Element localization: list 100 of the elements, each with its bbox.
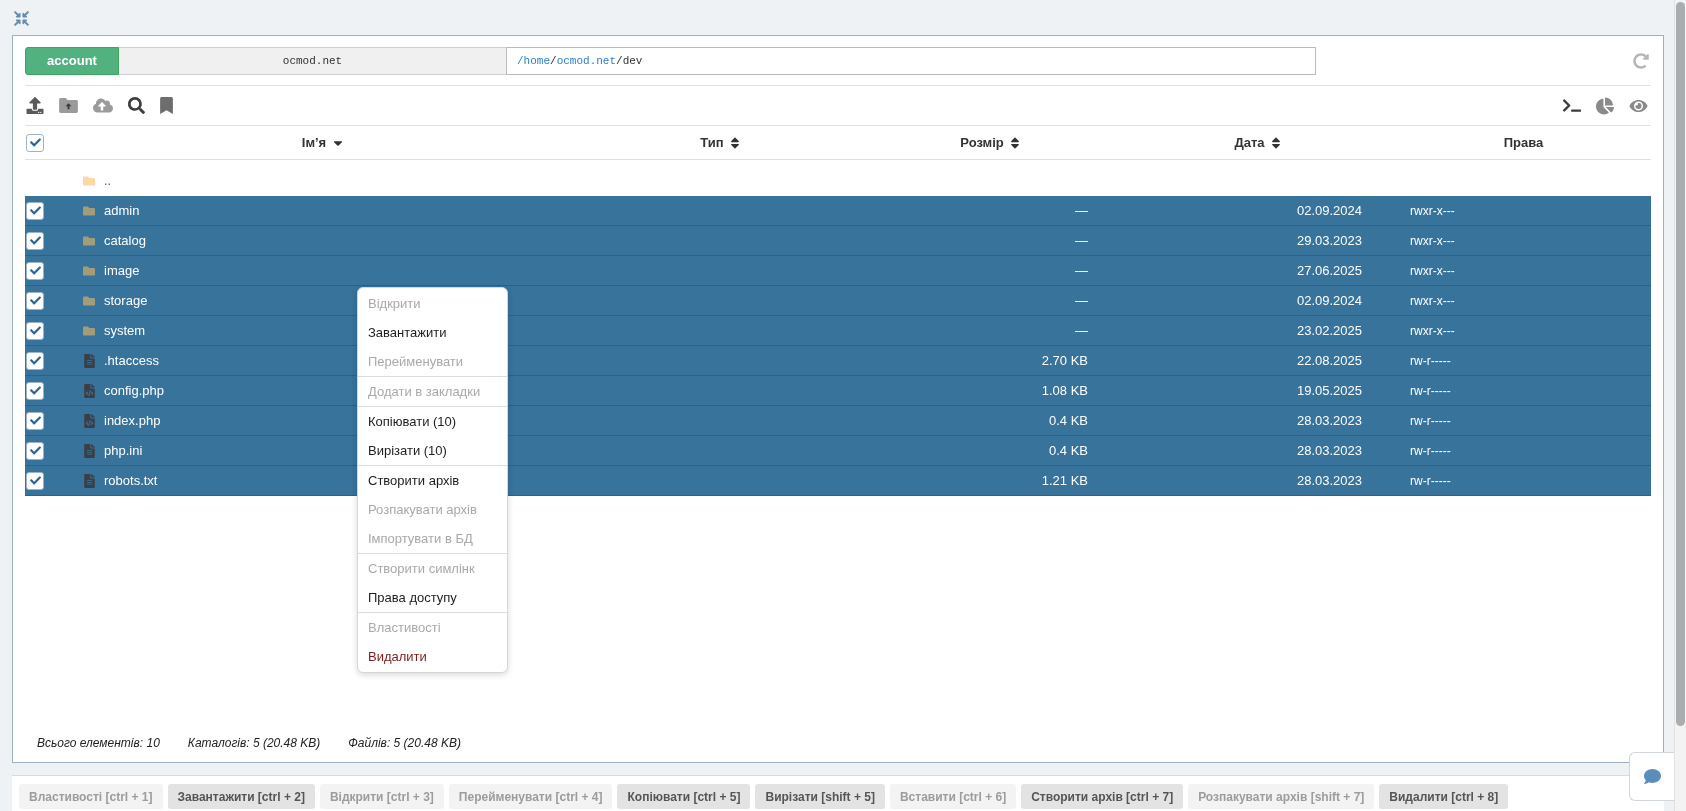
file-size: 0.4 KB — [1048, 441, 1088, 460]
file-size: 0.4 KB — [1048, 411, 1088, 430]
menu-item[interactable]: Створити архів — [358, 466, 507, 495]
file-name: .htaccess — [104, 351, 159, 370]
column-header[interactable]: Розмір — [960, 132, 1004, 153]
file-date: 02.09.2024 — [1296, 291, 1362, 310]
cloud-upload-icon[interactable] — [93, 97, 113, 114]
file-name: index.php — [104, 411, 161, 430]
account-button[interactable]: account — [25, 47, 119, 75]
file-date: 28.03.2023 — [1296, 441, 1362, 460]
file-date: 28.03.2023 — [1296, 411, 1362, 430]
file-date: 28.03.2023 — [1296, 471, 1362, 490]
checkmark-icon — [29, 445, 41, 456]
file-date: 29.03.2023 — [1296, 231, 1362, 250]
file-name: image — [104, 261, 140, 280]
file-size: — — [1075, 201, 1088, 220]
file-row[interactable]: catalog — 29.03.2023 rwxr-x--- — [25, 226, 1651, 256]
summary-text: Каталогів: 5 (20.48 KB) — [187, 735, 321, 752]
file-date: 23.02.2025 — [1296, 321, 1362, 340]
action-button[interactable]: Завантажити [ctrl + 2] — [167, 784, 315, 809]
row-checkbox[interactable] — [26, 201, 44, 220]
checkmark-icon — [29, 265, 41, 276]
checkmark-icon — [29, 385, 41, 396]
path-link[interactable]: ocmod.net — [556, 52, 617, 70]
column-header[interactable]: Права — [1503, 132, 1544, 153]
sort-icon[interactable] — [729, 135, 740, 150]
checkmark-icon — [29, 415, 41, 426]
column-header[interactable]: Тип — [700, 132, 724, 153]
file-date: 27.06.2025 — [1296, 261, 1362, 280]
file-size: — — [1075, 321, 1088, 340]
file-name: storage — [104, 291, 148, 310]
column-header[interactable]: Дата — [1234, 132, 1265, 153]
folder-icon — [82, 175, 96, 187]
checkmark-icon — [29, 137, 41, 148]
eye-icon[interactable] — [1629, 97, 1648, 114]
file-permissions: rw-r----- — [1410, 412, 1451, 430]
file-size: — — [1075, 231, 1088, 250]
folder-icon — [82, 234, 96, 247]
file-name: system — [104, 321, 146, 340]
file-permissions: rwxr-x--- — [1410, 202, 1455, 220]
row-checkbox[interactable] — [26, 231, 44, 250]
action-button[interactable]: Створити архів [ctrl + 7] — [1021, 784, 1184, 809]
menu-item[interactable]: Копіювати (10) — [358, 407, 507, 436]
file-permissions: rw-r----- — [1410, 352, 1451, 370]
column-header[interactable]: Ім’я — [301, 132, 327, 153]
upload-icon[interactable] — [26, 97, 44, 114]
file-date: 22.08.2025 — [1296, 351, 1362, 370]
row-checkbox[interactable] — [26, 441, 44, 460]
file-icon — [83, 443, 95, 458]
chat-bubble-icon — [1642, 768, 1662, 785]
row-checkbox[interactable] — [26, 471, 44, 490]
checkmark-icon — [29, 325, 41, 336]
path-field[interactable]: /home/ocmod.net/dev — [506, 47, 1316, 75]
action-button[interactable]: Копіювати [ctrl + 5] — [617, 784, 751, 809]
file-size: 1.21 KB — [1041, 471, 1088, 490]
menu-item[interactable]: Видалити — [358, 642, 507, 671]
select-all-checkbox[interactable] — [26, 133, 44, 152]
file-size: — — [1075, 261, 1088, 280]
search-icon[interactable] — [128, 97, 145, 114]
menu-item[interactable]: Завантажити — [358, 318, 507, 347]
collapse-icon[interactable] — [14, 11, 29, 26]
file-date: 02.09.2024 — [1296, 201, 1362, 220]
file-name: admin — [104, 201, 140, 220]
file-permissions: rwxr-x--- — [1410, 322, 1455, 340]
parent-folder-link[interactable]: .. — [104, 171, 112, 191]
menu-item[interactable]: Вирізати (10) — [358, 436, 507, 465]
folder-upload-icon[interactable] — [59, 98, 78, 113]
row-checkbox[interactable] — [26, 351, 44, 370]
action-button[interactable]: Видалити [ctrl + 8] — [1379, 784, 1509, 809]
checkmark-icon — [29, 235, 41, 246]
file-permissions: rwxr-x--- — [1410, 292, 1455, 310]
folder-icon — [82, 204, 96, 217]
file-size: — — [1075, 291, 1088, 310]
folder-icon — [82, 294, 96, 307]
checkmark-icon — [29, 295, 41, 306]
file-permissions: rw-r----- — [1410, 442, 1451, 460]
bookmark-icon[interactable] — [160, 97, 173, 114]
summary-text: Файлів: 5 (20.48 KB) — [348, 735, 461, 752]
chat-button[interactable] — [1629, 752, 1674, 801]
pie-chart-icon[interactable] — [1596, 96, 1614, 115]
sort-icon[interactable] — [1270, 135, 1281, 150]
terminal-icon[interactable] — [1563, 98, 1581, 113]
sort-icon[interactable] — [1009, 135, 1020, 150]
row-checkbox[interactable] — [26, 381, 44, 400]
code-file-icon — [83, 383, 95, 398]
row-checkbox[interactable] — [26, 261, 44, 280]
scrollbar-thumb[interactable] — [1676, 2, 1685, 726]
file-row[interactable]: image — 27.06.2025 rwxr-x--- — [25, 256, 1651, 286]
file-name: config.php — [104, 381, 164, 400]
folder-icon — [82, 264, 96, 277]
domain-label: ocmod.net — [119, 47, 506, 75]
row-checkbox[interactable] — [26, 291, 44, 310]
path-text: /dev — [616, 53, 643, 69]
file-permissions: rw-r----- — [1410, 472, 1451, 490]
row-checkbox[interactable] — [26, 411, 44, 430]
action-button[interactable]: Вирізати [shift + 5] — [755, 784, 885, 809]
menu-item[interactable]: Права доступу — [358, 583, 507, 612]
path-link[interactable]: /home — [517, 52, 550, 70]
row-checkbox[interactable] — [26, 321, 44, 340]
file-row[interactable]: admin — 02.09.2024 rwxr-x--- — [25, 196, 1651, 226]
